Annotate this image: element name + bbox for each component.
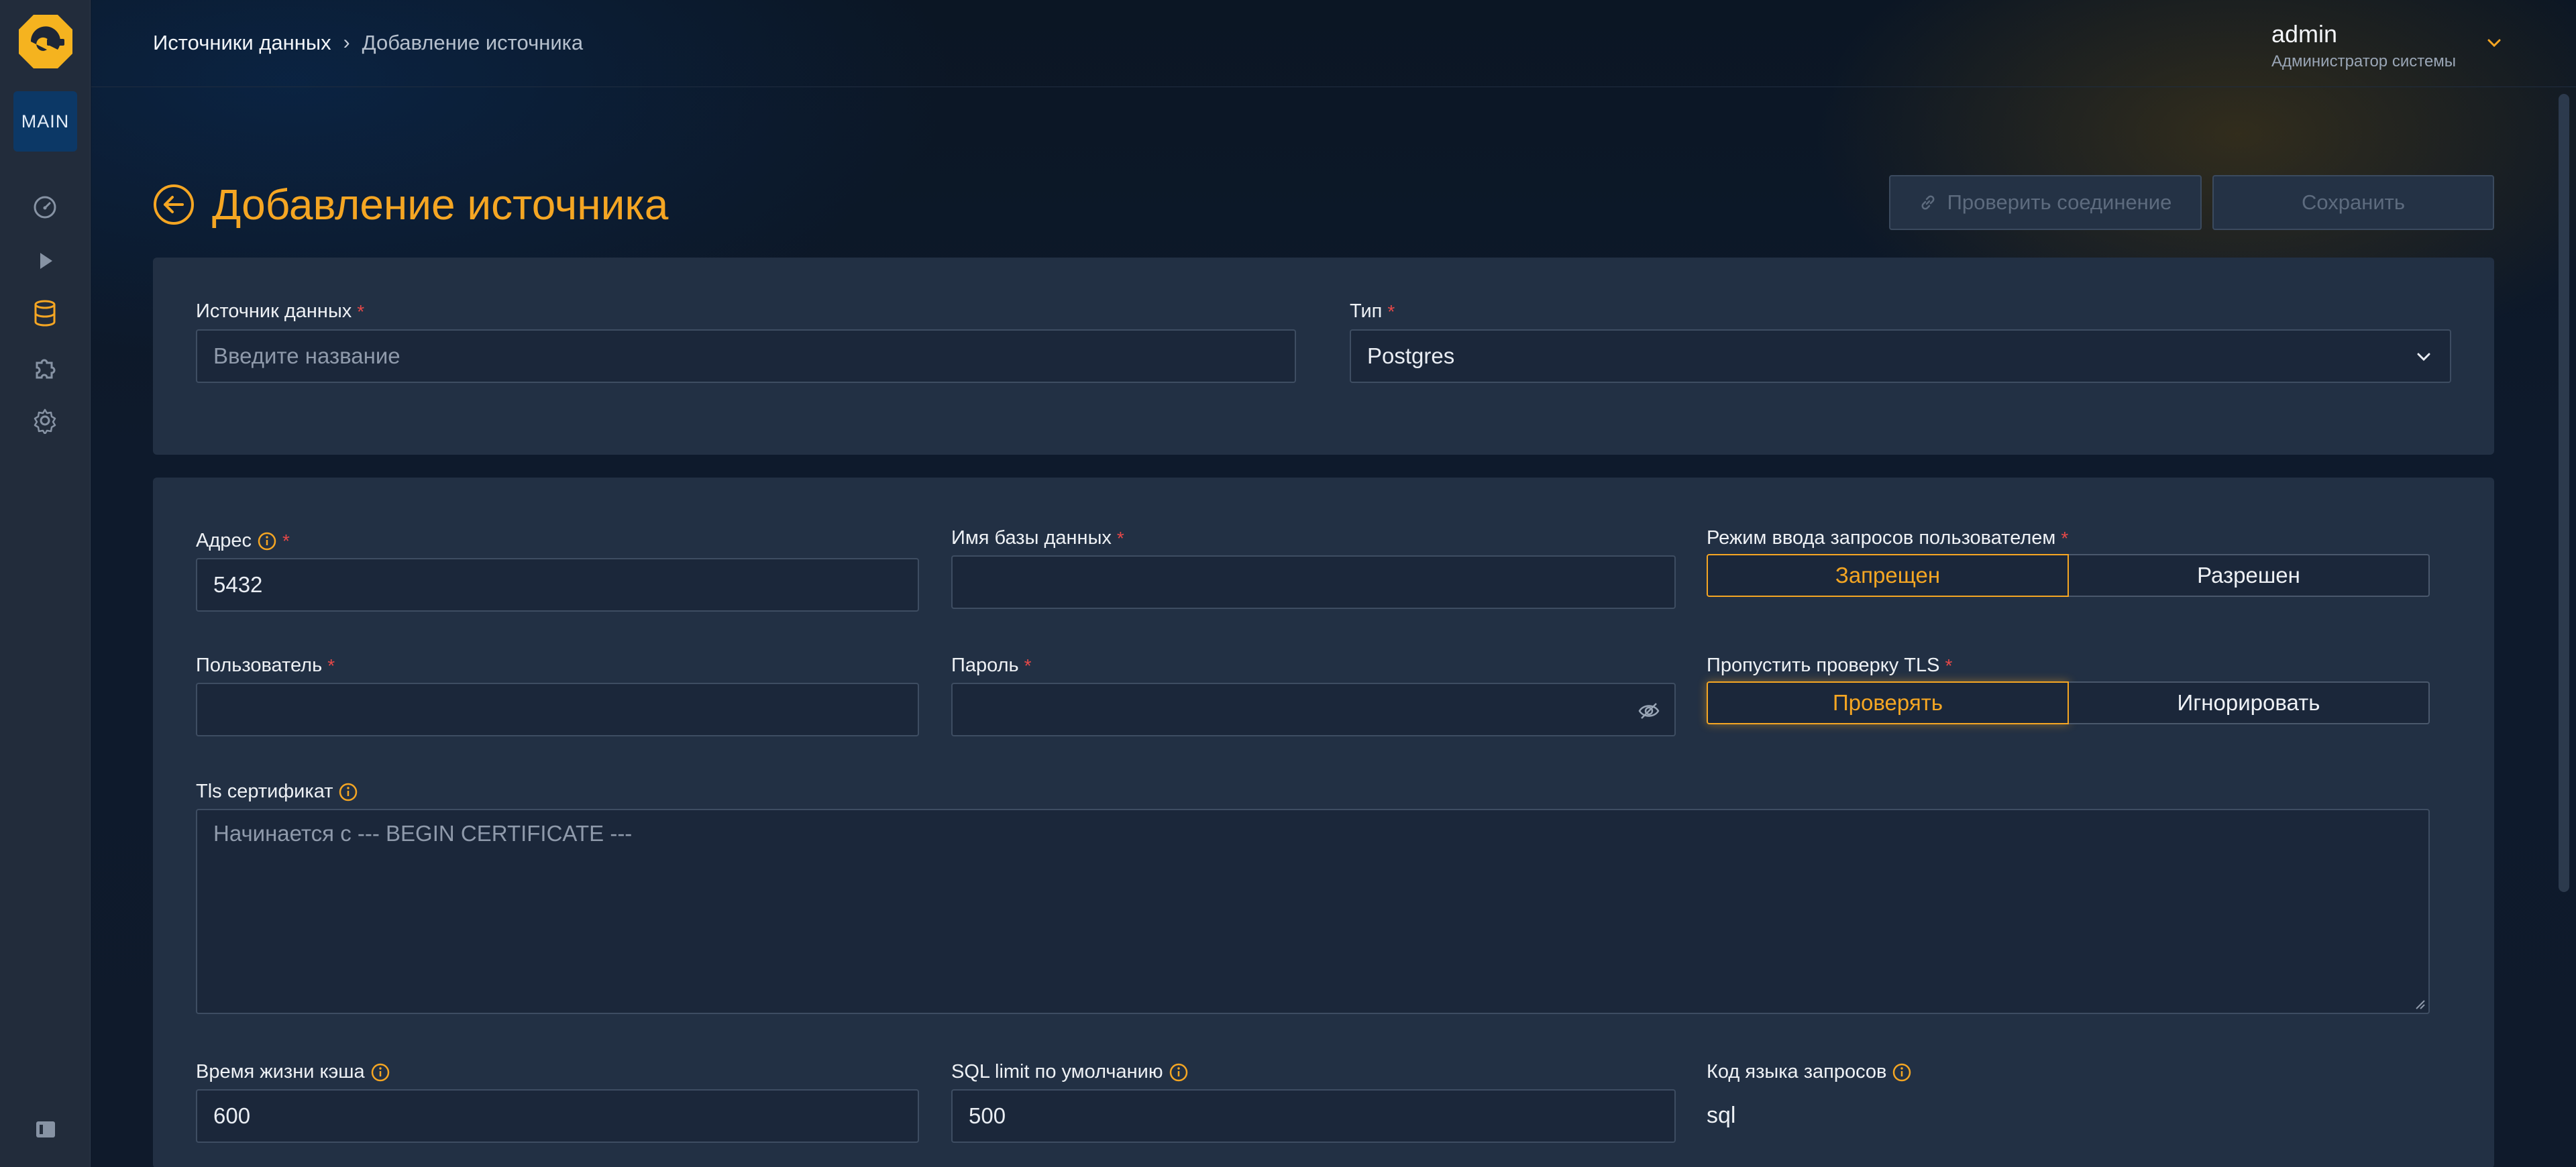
database-icon[interactable]	[28, 296, 62, 330]
source-name-label-text: Источник данных	[196, 300, 352, 322]
app-root: MAIN Источники данных › Добавление источ…	[0, 0, 2576, 1167]
required-mark: *	[1116, 527, 1124, 549]
breadcrumb-parent-link[interactable]: Источники данных	[153, 31, 331, 55]
query-mode-allowed-option[interactable]: Разрешен	[2069, 554, 2430, 597]
type-label-text: Тип	[1350, 300, 1383, 322]
scrollbar[interactable]	[2559, 94, 2569, 892]
chevron-down-icon[interactable]	[2485, 34, 2504, 52]
query-mode-toggle: Запрещен Разрешен	[1707, 554, 2430, 597]
password-input[interactable]	[951, 683, 1676, 736]
password-label-text: Пароль	[951, 655, 1019, 676]
query-lang-label-text: Код языка запросов	[1707, 1061, 1887, 1082]
chevron-down-icon	[2417, 353, 2430, 362]
top-bar: Источники данных › Добавление источника …	[91, 0, 2576, 87]
address-input[interactable]: 5432	[196, 558, 919, 612]
required-mark: *	[357, 300, 365, 322]
required-mark: *	[1024, 655, 1032, 676]
sidebar-collapse-icon[interactable]	[35, 1119, 56, 1140]
skip-tls-toggle: Проверять Игнорировать	[1707, 681, 2430, 724]
tls-ignore-option[interactable]: Игнорировать	[2069, 681, 2430, 724]
user-input[interactable]	[196, 683, 919, 736]
cache-ttl-input[interactable]: 600	[196, 1089, 919, 1143]
info-icon[interactable]	[1169, 1062, 1189, 1082]
type-select[interactable]: Postgres	[1350, 329, 2451, 383]
play-icon[interactable]	[28, 244, 62, 278]
type-label: Тип *	[1350, 300, 1395, 323]
connection-card: Адрес * 5432 Имя базы данных * Режим вво…	[153, 478, 2494, 1167]
info-icon[interactable]	[370, 1062, 390, 1082]
main-area: Источники данных › Добавление источника …	[91, 0, 2576, 1167]
tls-cert-label: Tls сертификат	[196, 781, 358, 803]
query-lang-value: sql	[1707, 1103, 1736, 1128]
puzzle-icon[interactable]	[28, 350, 62, 384]
db-name-label: Имя базы данных *	[951, 527, 1124, 549]
required-mark: *	[2061, 527, 2069, 549]
required-mark: *	[282, 530, 290, 551]
query-mode-forbidden-option[interactable]: Запрещен	[1707, 554, 2069, 597]
required-mark: *	[327, 655, 335, 676]
page-header: Добавление источника	[153, 180, 668, 229]
sql-limit-label: SQL limit по умолчанию	[951, 1061, 1189, 1083]
app-logo[interactable]	[17, 13, 74, 70]
info-icon[interactable]	[1892, 1062, 1912, 1082]
check-connection-button[interactable]: Проверить соединение	[1889, 175, 2202, 230]
resize-handle-icon[interactable]	[2414, 998, 2426, 1010]
user-label: Пользователь *	[196, 655, 335, 677]
cache-ttl-label-text: Время жизни кэша	[196, 1061, 365, 1082]
sidebar: MAIN	[0, 0, 91, 1167]
tls-cert-textarea[interactable]: Начинается с --- BEGIN CERTIFICATE ---	[196, 809, 2430, 1014]
user-menu[interactable]: admin Администратор системы	[2271, 20, 2456, 71]
sql-limit-input[interactable]: 500	[951, 1089, 1676, 1143]
tls-cert-label-text: Tls сертификат	[196, 781, 333, 802]
user-label-text: Пользователь	[196, 655, 323, 676]
query-lang-label: Код языка запросов	[1707, 1061, 1912, 1083]
sql-limit-label-text: SQL limit по умолчанию	[951, 1061, 1163, 1082]
breadcrumb: Источники данных › Добавление источника	[153, 31, 583, 55]
query-mode-label-text: Режим ввода запросов пользователем	[1707, 527, 2056, 549]
type-select-value: Postgres	[1367, 343, 1455, 368]
required-mark: *	[1387, 300, 1395, 322]
breadcrumb-separator: ›	[343, 32, 350, 54]
db-name-label-text: Имя базы данных	[951, 527, 1112, 549]
tls-cert-placeholder: Начинается с --- BEGIN CERTIFICATE ---	[213, 821, 633, 846]
tls-verify-option[interactable]: Проверять	[1707, 681, 2069, 724]
user-name: admin	[2271, 20, 2338, 48]
address-label-text: Адрес	[196, 530, 252, 551]
db-name-input[interactable]	[951, 555, 1676, 609]
required-mark: *	[1945, 655, 1953, 676]
workspace-badge[interactable]: MAIN	[13, 91, 77, 152]
address-label: Адрес *	[196, 530, 290, 552]
page-title: Добавление источника	[212, 180, 669, 229]
check-connection-label: Проверить соединение	[1947, 190, 2172, 214]
skip-tls-label: Пропустить проверку TLS *	[1707, 655, 1952, 677]
source-name-input[interactable]: Введите название	[196, 329, 1296, 383]
password-label: Пароль *	[951, 655, 1032, 677]
eye-off-icon[interactable]	[1637, 699, 1661, 723]
source-card: Источник данных * Введите название Тип *…	[153, 258, 2494, 455]
breadcrumb-current: Добавление источника	[362, 31, 584, 54]
cache-ttl-label: Время жизни кэша	[196, 1061, 390, 1083]
link-icon	[1921, 195, 1935, 210]
back-arrow-icon[interactable]	[153, 184, 195, 225]
info-icon[interactable]	[338, 782, 358, 802]
info-icon[interactable]	[257, 531, 277, 551]
skip-tls-label-text: Пропустить проверку TLS	[1707, 655, 1940, 676]
save-button[interactable]: Сохранить	[2212, 175, 2494, 230]
user-role: Администратор системы	[2271, 52, 2457, 70]
dashboard-icon[interactable]	[28, 190, 62, 224]
query-mode-label: Режим ввода запросов пользователем *	[1707, 527, 2068, 549]
source-name-label: Источник данных *	[196, 300, 364, 323]
gear-icon[interactable]	[28, 404, 62, 437]
